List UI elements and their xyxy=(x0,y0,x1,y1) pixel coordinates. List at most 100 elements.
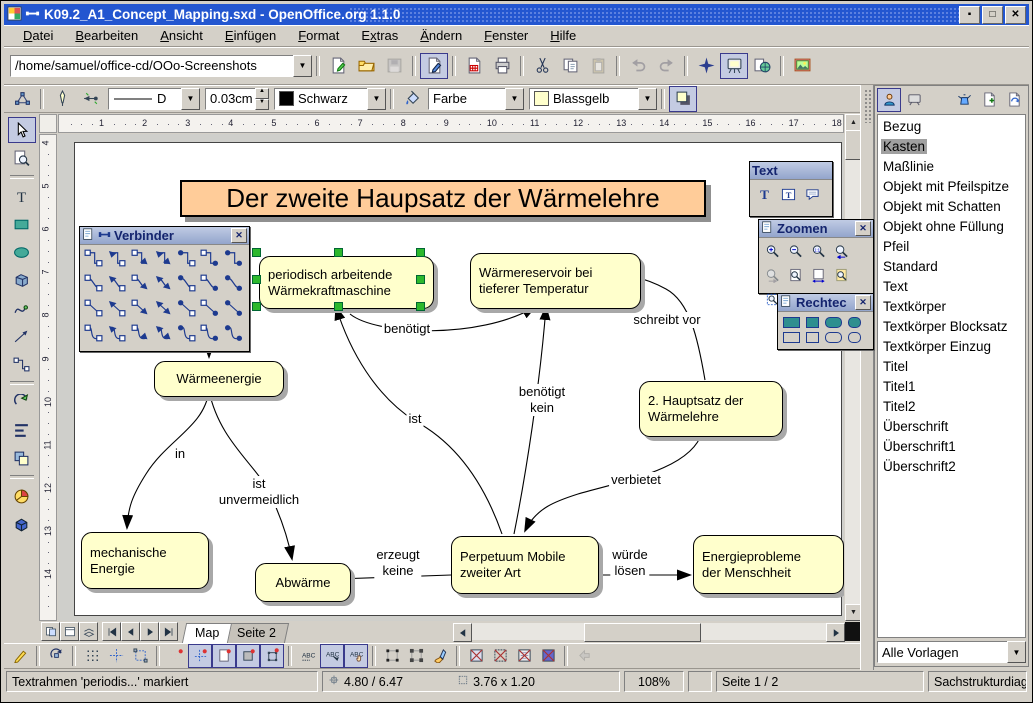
maximize-button[interactable]: □ xyxy=(982,6,1003,24)
close-icon[interactable]: ✕ xyxy=(855,221,871,236)
connector-type-icon[interactable] xyxy=(199,272,222,297)
menu-fenster[interactable]: Fenster xyxy=(473,26,539,45)
connector-type-icon[interactable] xyxy=(106,297,129,322)
zoom-next-icon[interactable] xyxy=(761,263,784,287)
arrange-tool[interactable] xyxy=(8,445,36,471)
connector-type-icon[interactable] xyxy=(176,272,199,297)
edit-pen-icon[interactable] xyxy=(8,644,32,668)
status-zoom[interactable]: 108% xyxy=(624,671,684,692)
style-item[interactable]: Bezug xyxy=(881,117,1025,137)
menu-ndern[interactable]: Ändern xyxy=(409,26,473,45)
graphics-styles-icon[interactable] xyxy=(877,88,901,112)
connector-type-icon[interactable] xyxy=(223,322,246,347)
horizontal-ruler[interactable]: 123456789101112131415161718 xyxy=(58,114,844,133)
presentation-styles-icon[interactable] xyxy=(902,88,926,112)
last-page-button[interactable] xyxy=(159,622,178,641)
close-icon[interactable]: ✕ xyxy=(231,228,247,243)
fill-color-dropdown[interactable]: ▼ xyxy=(638,88,657,110)
node-maschine[interactable]: periodisch arbeitende Wärmekraftmaschine xyxy=(259,256,434,309)
modify-attributes-icon[interactable] xyxy=(428,644,452,668)
style-list[interactable]: BezugKastenMaßlinieObjekt mit Pfeilspitz… xyxy=(877,114,1026,638)
map-title-box[interactable]: Der zweite Haupsatz der Wärmelehre xyxy=(180,180,706,217)
zoom-palette-titlebar[interactable]: Zoomen ✕ xyxy=(759,220,873,238)
text-tool[interactable]: T xyxy=(8,183,36,209)
quick-edit-icon[interactable]: ABC xyxy=(296,644,320,668)
edge-label-benoetigt-kein[interactable]: benötigt kein xyxy=(517,384,567,416)
panel-splitter[interactable] xyxy=(860,85,874,689)
navigator-icon[interactable] xyxy=(692,53,720,79)
style-item[interactable]: Textkörper xyxy=(881,297,1025,317)
first-page-button[interactable] xyxy=(102,622,121,641)
callout-icon[interactable] xyxy=(800,182,824,206)
fill-dialog-icon[interactable] xyxy=(398,86,426,112)
cut-icon[interactable] xyxy=(528,53,556,79)
line-dialog-icon[interactable] xyxy=(48,86,76,112)
style-filter-dropdown[interactable]: ▼ xyxy=(1007,641,1026,663)
connector-type-icon[interactable] xyxy=(153,247,176,272)
line-style-select[interactable]: D ▼ xyxy=(108,88,200,110)
snap-to-margins-icon[interactable] xyxy=(212,644,236,668)
mode-master-icon[interactable] xyxy=(60,622,79,641)
print-icon[interactable] xyxy=(488,53,516,79)
node-abwaerme[interactable]: Abwärme xyxy=(255,563,351,602)
snap-to-points-icon[interactable] xyxy=(260,644,284,668)
connector-type-icon[interactable] xyxy=(106,247,129,272)
connector-type-icon[interactable] xyxy=(106,272,129,297)
zoom-out-icon[interactable] xyxy=(784,239,807,263)
edit-points-icon[interactable] xyxy=(8,86,36,112)
style-item[interactable]: Objekt ohne Füllung xyxy=(881,217,1025,237)
line-color-select[interactable]: Schwarz ▼ xyxy=(274,88,386,110)
node-perpetuum[interactable]: Perpetuum Mobile zweiter Art xyxy=(451,536,599,594)
style-item[interactable]: Standard xyxy=(881,257,1025,277)
connector-type-icon[interactable] xyxy=(199,322,222,347)
fill-color-select[interactable]: Blassgelb ▼ xyxy=(529,88,657,110)
selection-handle[interactable] xyxy=(252,275,261,284)
edge-label-unvermeidlich[interactable]: ist unvermeidlich xyxy=(217,476,301,508)
hscroll-left-button[interactable] xyxy=(453,623,472,642)
hyperlink-icon[interactable] xyxy=(748,53,776,79)
close-button[interactable]: ✕ xyxy=(1005,6,1026,24)
connector-type-icon[interactable] xyxy=(176,297,199,322)
fill-format-mode-icon[interactable] xyxy=(952,88,976,112)
style-filter-select[interactable]: Alle Vorlagen ▼ xyxy=(877,641,1026,663)
copy-icon[interactable] xyxy=(556,53,584,79)
arrow-style-icon[interactable] xyxy=(76,86,104,112)
grid-visible-icon[interactable] xyxy=(80,644,104,668)
zoom-tool[interactable] xyxy=(8,145,36,171)
window-pin-icon[interactable] xyxy=(25,6,40,24)
vertical-ruler[interactable]: 4567891011121314 xyxy=(39,134,57,621)
rounded-rectangle-outline-icon[interactable] xyxy=(825,332,842,343)
style-item[interactable]: Überschrift2 xyxy=(881,457,1025,477)
connector-type-icon[interactable] xyxy=(130,322,153,347)
rotate-tool[interactable] xyxy=(8,389,36,415)
connector-type-icon[interactable] xyxy=(83,297,106,322)
effects3d-tool[interactable] xyxy=(8,511,36,537)
text-placeholder-icon[interactable] xyxy=(512,644,536,668)
insert-tool[interactable] xyxy=(8,483,36,509)
connector-type-icon[interactable] xyxy=(223,247,246,272)
style-item[interactable]: Objekt mit Pfeilspitze xyxy=(881,177,1025,197)
fill-type-select[interactable]: Farbe ▼ xyxy=(428,88,524,110)
shadow-toggle-icon[interactable] xyxy=(669,86,697,112)
double-click-edit-icon[interactable]: ABC xyxy=(344,644,368,668)
export-pdf-icon[interactable] xyxy=(460,53,488,79)
node-energie[interactable]: Wärmeenergie xyxy=(154,361,284,397)
rotation-mode-icon[interactable] xyxy=(44,644,68,668)
connector-type-icon[interactable] xyxy=(223,272,246,297)
snap-grid-icon[interactable] xyxy=(164,644,188,668)
zoom-page-icon[interactable] xyxy=(784,263,807,287)
drawing-canvas[interactable]: Der zweite Haupsatz der Wärmelehre perio… xyxy=(58,134,844,621)
rectangle-outline-icon[interactable] xyxy=(783,332,800,343)
line-style-dropdown[interactable]: ▼ xyxy=(181,88,200,110)
url-input[interactable]: /home/samuel/office-cd/OOo-Screenshots xyxy=(10,55,293,77)
prev-page-button[interactable] xyxy=(121,622,140,641)
selection-handle[interactable] xyxy=(252,302,261,311)
redo-icon[interactable] xyxy=(652,53,680,79)
connector-type-icon[interactable] xyxy=(199,297,222,322)
menu-einfgen[interactable]: Einfügen xyxy=(214,26,287,45)
paste-icon[interactable] xyxy=(584,53,612,79)
horizontal-scrollbar[interactable] xyxy=(472,623,826,640)
node-mechanisch[interactable]: mechanische Energie xyxy=(81,532,209,589)
verbinder-palette-titlebar[interactable]: Verbinder ✕ xyxy=(80,227,249,245)
menu-format[interactable]: Format xyxy=(287,26,350,45)
